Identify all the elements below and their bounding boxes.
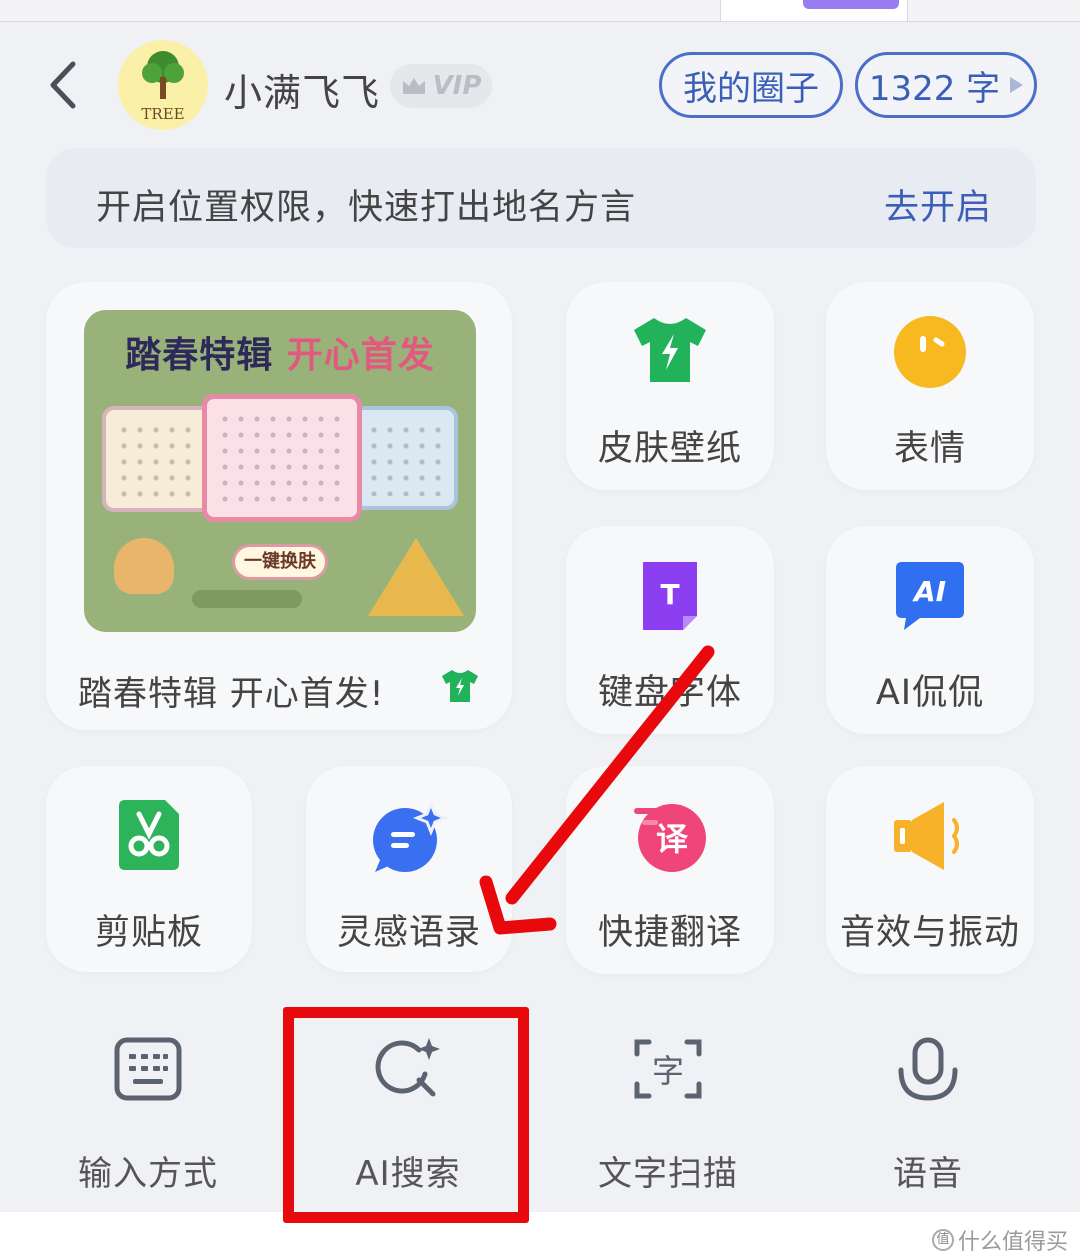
tile-label: 快捷翻译 (597, 913, 742, 953)
text-scan-label: 文字扫描 (598, 1154, 738, 1194)
shirt-icon (634, 318, 706, 382)
font-icon: T (643, 562, 697, 630)
highlight-box (283, 1007, 529, 1223)
promo-image-title: 踏春特辑 开心首发 (84, 326, 476, 378)
input-method-label: 输入方式 (78, 1154, 218, 1194)
word-count-button[interactable]: 1322 字 (855, 52, 1037, 118)
keyboard-preview-center (202, 394, 362, 522)
tile-sound-vibration[interactable]: 音效与振动 (826, 766, 1034, 974)
tile-emoji[interactable]: 表情 (826, 282, 1034, 490)
svg-text:译: 译 (656, 820, 689, 858)
my-circle-label: 我的圈子 (683, 68, 819, 109)
voice-button[interactable]: 语音 (818, 1020, 1038, 1210)
promo-image[interactable]: 踏春特辑 开心首发 一键换肤 (84, 310, 476, 632)
crown-icon (402, 78, 425, 94)
chevron-left-icon (50, 61, 76, 109)
vip-label: VIP (432, 71, 482, 101)
tree-icon: TREE (141, 51, 185, 123)
footer-bar (0, 1212, 1080, 1260)
tile-label: 灵感语录 (336, 913, 481, 953)
top-thumbnail (720, 0, 908, 22)
one-key-skin-badge: 一键换肤 (232, 544, 328, 580)
watermark: 值 什么值得买 (931, 1224, 1068, 1256)
tile-label: 键盘字体 (597, 673, 742, 713)
tent-illustration (368, 538, 464, 616)
input-method-button[interactable]: 输入方式 (38, 1020, 258, 1210)
inspiration-icon (373, 799, 449, 872)
tile-quick-translate[interactable]: 译 快捷翻译 (566, 766, 774, 974)
tile-label: AI侃侃 (875, 673, 985, 713)
avatar[interactable]: TREE (118, 40, 208, 130)
back-button[interactable] (40, 60, 84, 110)
watermark-text: 什么值得买 (957, 1230, 1068, 1255)
promo-card[interactable]: 踏春特辑 开心首发 一键换肤 踏春特辑 开心首发! (46, 282, 512, 730)
word-count-label: 1322 字 (868, 68, 1001, 109)
grass-illustration (192, 590, 302, 608)
svg-text:TREE: TREE (141, 105, 184, 123)
tile-label: 剪贴板 (94, 913, 203, 953)
svg-text:T: T (660, 578, 679, 611)
tile-skin-wallpaper[interactable]: 皮肤壁纸 (566, 282, 774, 490)
keyboard-preview-right (352, 406, 458, 510)
tile-clipboard[interactable]: 剪贴板 (46, 766, 252, 972)
text-scan-icon: 字 (634, 1039, 702, 1099)
translate-icon: 译 (634, 804, 706, 872)
vip-badge: VIP (390, 64, 492, 108)
scissors-icon (119, 800, 179, 870)
dog-illustration (114, 538, 174, 594)
promo-title-b: 开心首发 (286, 335, 435, 376)
keyboard-icon (114, 1037, 182, 1101)
speaker-icon (894, 802, 959, 870)
tile-ai-chat[interactable]: AI AI侃侃 (826, 526, 1034, 734)
tile-label: 皮肤壁纸 (597, 429, 742, 469)
microphone-icon (898, 1037, 958, 1101)
play-triangle-icon (1010, 77, 1024, 93)
watermark-icon: 值 (931, 1229, 954, 1251)
tile-keyboard-font[interactable]: T 键盘字体 (566, 526, 774, 734)
ai-chat-icon: AI (896, 562, 964, 630)
promo-title-a: 踏春特辑 (125, 335, 274, 376)
location-permission-banner: 开启位置权限，快速打出地名方言 去开启 (46, 148, 1036, 248)
top-strip (0, 0, 1080, 22)
tile-label: 表情 (893, 429, 966, 469)
shirt-icon (442, 670, 478, 702)
tile-inspiration[interactable]: 灵感语录 (306, 766, 512, 972)
banner-text: 开启位置权限，快速打出地名方言 (96, 188, 637, 228)
svg-text:AI: AI (912, 575, 946, 608)
voice-label: 语音 (893, 1154, 963, 1194)
username: 小满飞飞 (224, 71, 381, 115)
promo-caption: 踏春特辑 开心首发! (78, 674, 385, 714)
emoji-icon (894, 316, 966, 388)
enable-location-link[interactable]: 去开启 (884, 179, 992, 230)
svg-text:字: 字 (652, 1052, 684, 1090)
keyboard-preview-left (102, 406, 214, 512)
my-circle-button[interactable]: 我的圈子 (659, 52, 843, 118)
tile-label: 音效与振动 (839, 913, 1020, 953)
text-scan-button[interactable]: 字 文字扫描 (558, 1020, 778, 1210)
